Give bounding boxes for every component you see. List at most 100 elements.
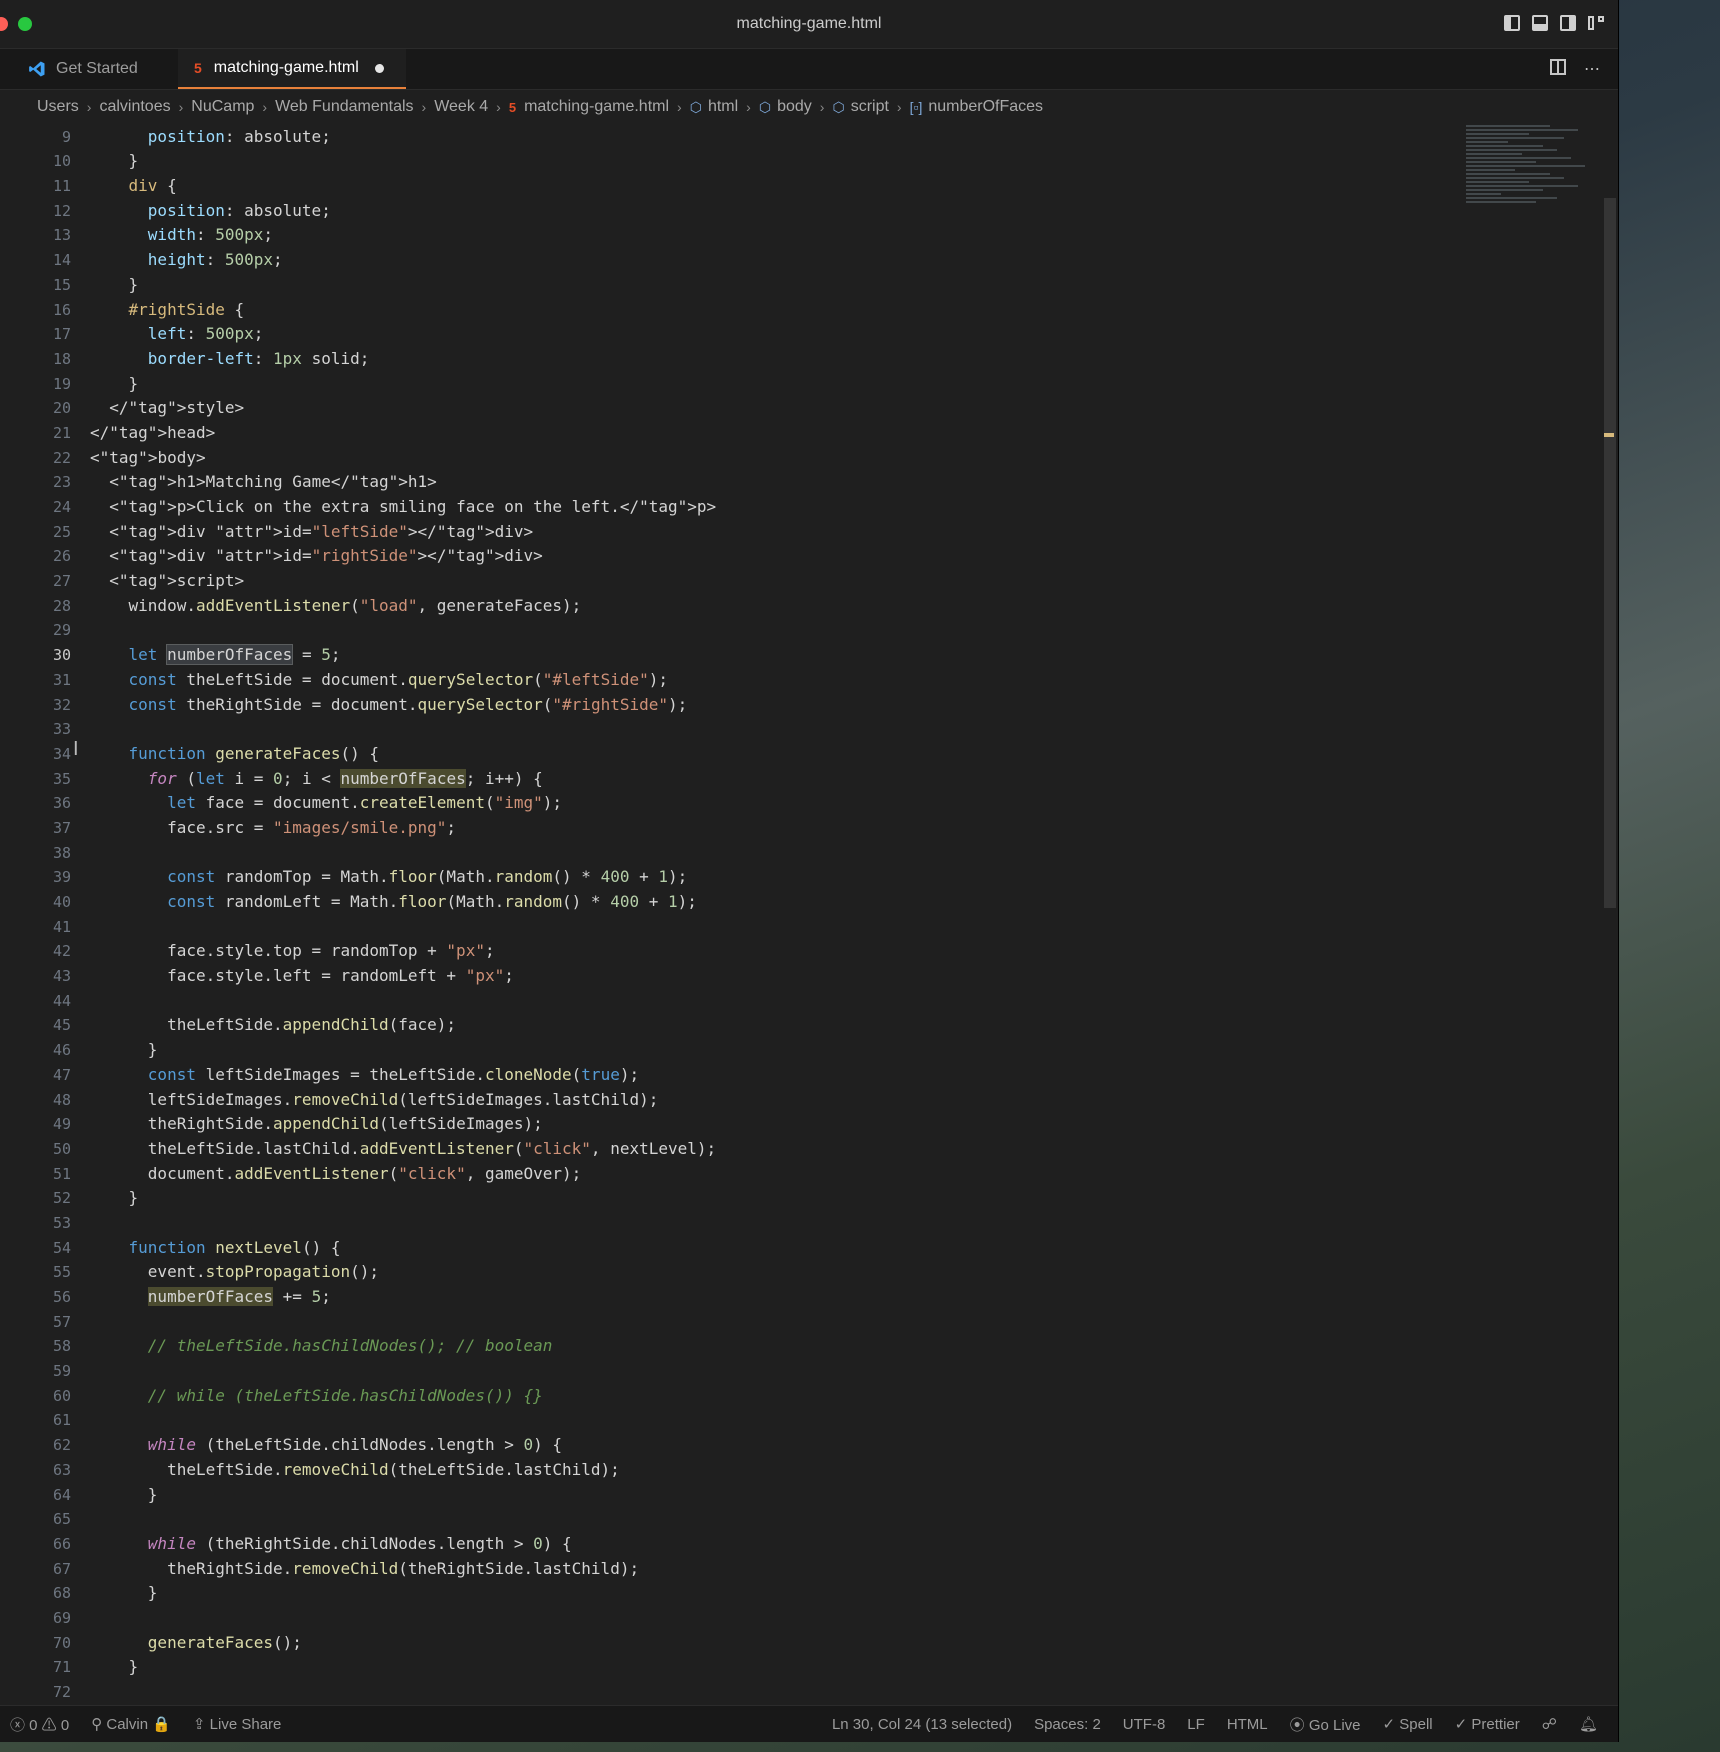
code-line[interactable]: 62 while (theLeftSide.childNodes.length … [0, 1433, 1618, 1458]
code-line[interactable]: 10 } [0, 149, 1618, 174]
vertical-scrollbar[interactable] [1604, 198, 1616, 908]
code-line[interactable]: 60 // while (theLeftSide.hasChildNodes()… [0, 1384, 1618, 1409]
code-line[interactable]: 52 } [0, 1186, 1618, 1211]
cursor-position[interactable]: Ln 30, Col 24 (13 selected) [832, 1716, 1012, 1733]
code-line[interactable]: 28 window.addEventListener("load", gener… [0, 594, 1618, 619]
code-line[interactable]: 37 face.src = "images/smile.png"; [0, 816, 1618, 841]
code-line[interactable]: 23 <"tag">h1>Matching Game</"tag">h1> [0, 470, 1618, 495]
code-line[interactable]: 15 } [0, 273, 1618, 298]
breadcrumb-item[interactable]: Web Fundamentals [275, 98, 413, 116]
code-line[interactable]: 26 <"tag">div "attr">id="rightSide"></"t… [0, 544, 1618, 569]
indentation[interactable]: Spaces: 2 [1034, 1716, 1101, 1733]
code-line[interactable]: 58 // theLeftSide.hasChildNodes(); // bo… [0, 1334, 1618, 1359]
code-line[interactable]: 56 numberOfFaces += 5; [0, 1285, 1618, 1310]
prettier-indicator[interactable]: ✓ Prettier [1455, 1715, 1520, 1733]
tab-matching-game[interactable]: 5 matching-game.html [178, 49, 406, 89]
spell-indicator[interactable]: ✓ Spell [1383, 1715, 1433, 1733]
breadcrumb-item[interactable]: script [851, 98, 889, 116]
code-line[interactable]: 70 generateFaces(); [0, 1631, 1618, 1656]
code-line[interactable]: 48 leftSideImages.removeChild(leftSideIm… [0, 1088, 1618, 1113]
code-line[interactable]: 17 left: 500px; [0, 322, 1618, 347]
code-line[interactable]: 47 const leftSideImages = theLeftSide.cl… [0, 1063, 1618, 1088]
code-line[interactable]: 43 face.style.left = randomLeft + "px"; [0, 964, 1618, 989]
code-line[interactable]: 30 let numberOfFaces = 5; [0, 643, 1618, 668]
breadcrumb-item[interactable]: body [777, 98, 812, 116]
code-line[interactable]: 54 function nextLevel() { [0, 1236, 1618, 1261]
code-editor[interactable]: 8 img {9 position: absolute;10 }11 div {… [0, 123, 1618, 1706]
toggle-panel-icon[interactable] [1532, 15, 1548, 31]
breadcrumb-item[interactable]: Week 4 [434, 98, 488, 116]
code-line[interactable]: 55 event.stopPropagation(); [0, 1260, 1618, 1285]
code-line[interactable]: 68 } [0, 1581, 1618, 1606]
code-line[interactable]: 29 [0, 618, 1618, 643]
code-line[interactable]: 39 const randomTop = Math.floor(Math.ran… [0, 865, 1618, 890]
code-line[interactable]: 11 div { [0, 174, 1618, 199]
code-line[interactable]: 34 function generateFaces() { [0, 742, 1618, 767]
toggle-secondary-sidebar-icon[interactable] [1560, 15, 1576, 31]
feedback-icon[interactable]: ☍ [1542, 1715, 1557, 1733]
code-line[interactable]: 64 } [0, 1483, 1618, 1508]
code-line[interactable]: 33 [0, 717, 1618, 742]
code-line[interactable]: 45 theLeftSide.appendChild(face); [0, 1013, 1618, 1038]
breadcrumb-item[interactable]: numberOfFaces [928, 98, 1043, 116]
code-line[interactable]: 27 <"tag">script> [0, 569, 1618, 594]
code-line[interactable]: 13 width: 500px; [0, 223, 1618, 248]
account-indicator[interactable]: ⚲ Calvin 🔒 [91, 1715, 171, 1733]
code-line[interactable]: 20 </"tag">style> [0, 396, 1618, 421]
code-line[interactable]: 32 const theRightSide = document.querySe… [0, 693, 1618, 718]
code-line[interactable]: 44 [0, 989, 1618, 1014]
code-lines[interactable]: 8 img {9 position: absolute;10 }11 div {… [0, 123, 1618, 1705]
code-line[interactable]: 38 [0, 841, 1618, 866]
tab-get-started[interactable]: Get Started [28, 49, 138, 89]
code-line[interactable]: 72 [0, 1680, 1618, 1705]
code-line[interactable]: 14 height: 500px; [0, 248, 1618, 273]
code-line[interactable]: 35 for (let i = 0; i < numberOfFaces; i+… [0, 767, 1618, 792]
code-line[interactable]: 71 } [0, 1655, 1618, 1680]
code-line[interactable]: 59 [0, 1359, 1618, 1384]
go-live-button[interactable]: ⦿ Go Live [1290, 1714, 1361, 1735]
code-line[interactable]: 41 [0, 915, 1618, 940]
code-line[interactable]: 40 const randomLeft = Math.floor(Math.ra… [0, 890, 1618, 915]
code-line[interactable]: 42 face.style.top = randomTop + "px"; [0, 939, 1618, 964]
code-line[interactable]: 22 <"tag">body> [0, 446, 1618, 471]
code-line[interactable]: 36 let face = document.createElement("im… [0, 791, 1618, 816]
breadcrumb-item[interactable]: NuCamp [191, 98, 254, 116]
minimap[interactable] [1466, 123, 1606, 323]
code-line[interactable]: 51 document.addEventListener("click", ga… [0, 1162, 1618, 1187]
code-line[interactable]: 65 [0, 1507, 1618, 1532]
language-mode[interactable]: HTML [1227, 1716, 1268, 1733]
code-line[interactable]: 63 theLeftSide.removeChild(theLeftSide.l… [0, 1458, 1618, 1483]
code-line[interactable]: 24 <"tag">p>Click on the extra smiling f… [0, 495, 1618, 520]
code-line[interactable]: 69 [0, 1606, 1618, 1631]
code-line[interactable]: 9 position: absolute; [0, 125, 1618, 150]
code-line[interactable]: 57 [0, 1310, 1618, 1335]
split-editor-icon[interactable] [1550, 59, 1566, 75]
code-line[interactable]: 21 </"tag">head> [0, 421, 1618, 446]
code-line[interactable]: 61 [0, 1408, 1618, 1433]
more-actions-icon[interactable]: ⋯ [1584, 59, 1600, 79]
code-line[interactable]: 67 theRightSide.removeChild(theRightSide… [0, 1557, 1618, 1582]
breadcrumb-item[interactable]: calvintoes [99, 98, 170, 116]
customize-layout-icon[interactable] [1588, 15, 1604, 31]
code-line[interactable]: 66 while (theRightSide.childNodes.length… [0, 1532, 1618, 1557]
code-line[interactable]: 53 [0, 1211, 1618, 1236]
problems-indicator[interactable]: ⓧ 0 ⚠ 0 [10, 1714, 69, 1735]
end-of-line[interactable]: LF [1187, 1716, 1205, 1733]
code-line[interactable]: 50 theLeftSide.lastChild.addEventListene… [0, 1137, 1618, 1162]
breadcrumb-item[interactable]: matching-game.html [524, 98, 669, 116]
notifications-bell-icon[interactable]: 🔔︎ [1579, 1715, 1598, 1733]
code-line[interactable]: 25 <"tag">div "attr">id="leftSide"></"ta… [0, 520, 1618, 545]
breadcrumb-item[interactable]: Users [37, 98, 79, 116]
code-line[interactable]: 46 } [0, 1038, 1618, 1063]
code-line[interactable]: 19 } [0, 372, 1618, 397]
breadcrumb-item[interactable]: html [708, 98, 738, 116]
live-share-button[interactable]: ⇪ Live Share [193, 1715, 281, 1733]
code-line[interactable]: 16 #rightSide { [0, 298, 1618, 323]
code-line[interactable]: 18 border-left: 1px solid; [0, 347, 1618, 372]
code-line[interactable]: 12 position: absolute; [0, 199, 1618, 224]
code-line[interactable]: 31 const theLeftSide = document.querySel… [0, 668, 1618, 693]
code-line[interactable]: 49 theRightSide.appendChild(leftSideImag… [0, 1112, 1618, 1137]
toggle-primary-sidebar-icon[interactable] [1504, 15, 1520, 31]
unsaved-changes-icon[interactable] [374, 63, 384, 73]
encoding[interactable]: UTF-8 [1123, 1716, 1166, 1733]
